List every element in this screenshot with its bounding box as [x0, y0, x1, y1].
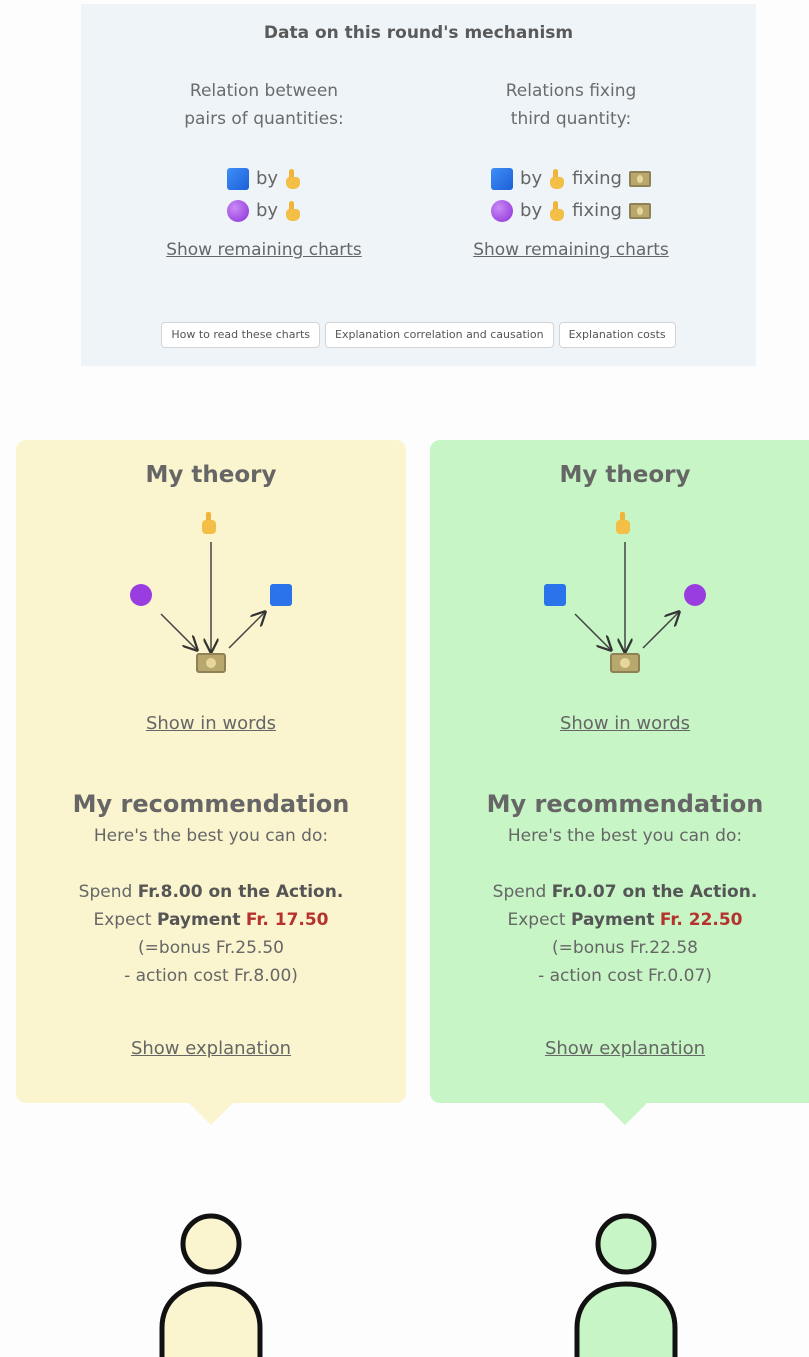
chart-link-square-by-hand[interactable]: by: [114, 163, 414, 195]
arrow-circle-to-money: [160, 613, 197, 650]
money-icon: [610, 653, 640, 673]
recommendation-subtitle: Here's the best you can do:: [507, 826, 743, 846]
cost-line: - action cost Fr.8.00): [124, 966, 298, 986]
show-explanation-link[interactable]: Show explanation: [16, 1038, 406, 1059]
recommendation-subtitle: Here's the best you can do:: [93, 826, 329, 846]
blue-square-icon: [491, 168, 514, 190]
pairs-column: Relation between pairs of quantities: by…: [114, 77, 414, 260]
pointing-hand-icon: [202, 512, 216, 534]
payment-value: Fr. 17.50: [245, 910, 329, 930]
pairs-heading-line2: pairs of quantities:: [184, 109, 344, 129]
advisor-avatar-green: [574, 1213, 678, 1357]
connector-label: by: [520, 168, 543, 189]
recommendation-body: Spend Fr.8.00 on the Action. Expect Paym…: [16, 878, 406, 990]
pointing-hand-icon: [285, 201, 301, 221]
blue-square-icon: [270, 584, 292, 606]
arrow-square-to-money: [574, 613, 611, 650]
payment-value: Fr. 22.50: [659, 910, 743, 930]
explanation-correlation-button[interactable]: Explanation correlation and causation: [325, 322, 554, 348]
panel-title: Data on this round's mechanism: [263, 23, 574, 43]
theory-card-yellow: My theory Show in words My recommendatio…: [16, 440, 406, 1125]
spend-prefix: Spend: [78, 882, 138, 902]
bonus-line: (=bonus Fr.22.58: [552, 938, 698, 958]
advisor-avatar-yellow: [159, 1213, 263, 1357]
how-to-read-charts-button[interactable]: How to read these charts: [161, 322, 321, 348]
pointing-hand-icon: [616, 512, 630, 534]
card-pointer: [189, 1103, 233, 1125]
money-icon: [196, 653, 226, 673]
blue-square-icon: [544, 584, 566, 606]
data-panel: Data on this round's mechanism Relation …: [81, 4, 756, 366]
purple-circle-icon: [491, 200, 514, 222]
spend-prefix: Spend: [492, 882, 552, 902]
theory-title: My theory: [559, 462, 691, 488]
spend-value: Fr.8.00 on the Action.: [137, 882, 344, 902]
pairs-heading-line1: Relation between: [189, 81, 339, 101]
theory-title: My theory: [145, 462, 277, 488]
fixing-label: fixing: [572, 168, 622, 189]
payment-label: Payment: [570, 910, 655, 930]
fixing-column: Relations fixing third quantity: by fixi…: [421, 77, 721, 260]
arrow-money-to-circle: [642, 612, 679, 649]
chart-link-circle-by-hand[interactable]: by: [114, 195, 414, 227]
connector-label: by: [255, 200, 279, 221]
show-in-words-link[interactable]: Show in words: [16, 713, 406, 734]
card-pointer: [603, 1103, 647, 1125]
purple-circle-icon: [226, 200, 249, 222]
help-buttons: How to read these charts Explanation cor…: [81, 322, 756, 348]
fixing-label: fixing: [572, 200, 622, 221]
theory-diagram: [130, 512, 292, 673]
spend-value: Fr.0.07 on the Action.: [551, 882, 758, 902]
money-icon: [628, 203, 651, 219]
cost-line: - action cost Fr.0.07): [538, 966, 712, 986]
connector-label: by: [520, 200, 543, 221]
purple-circle-icon: [130, 584, 152, 606]
pointing-hand-icon: [549, 169, 565, 189]
pointing-hand-icon: [285, 169, 301, 189]
pointing-hand-icon: [549, 201, 565, 221]
payment-label: Payment: [156, 910, 241, 930]
arrow-money-to-square: [228, 612, 265, 649]
recommendation-body: Spend Fr.0.07 on the Action. Expect Paym…: [430, 878, 809, 990]
purple-circle-icon: [684, 584, 706, 606]
bonus-line: (=bonus Fr.25.50: [138, 938, 284, 958]
chart-link-circle-by-hand-fixing-money[interactable]: by fixing: [421, 195, 721, 227]
show-remaining-charts-link[interactable]: Show remaining charts: [473, 240, 669, 260]
explanation-costs-button[interactable]: Explanation costs: [558, 322, 676, 348]
recommendation-title: My recommendation: [72, 790, 350, 818]
chart-link-square-by-hand-fixing-money[interactable]: by fixing: [421, 163, 721, 195]
show-explanation-link[interactable]: Show explanation: [430, 1038, 809, 1059]
connector-label: by: [255, 168, 279, 189]
money-icon: [628, 171, 651, 187]
expect-prefix: Expect: [93, 910, 157, 930]
blue-square-icon: [226, 168, 249, 190]
fixing-heading-line1: Relations fixing: [505, 81, 637, 101]
theory-diagram: [544, 512, 706, 673]
show-remaining-charts-link[interactable]: Show remaining charts: [166, 240, 362, 260]
recommendation-title: My recommendation: [486, 790, 764, 818]
show-in-words-link[interactable]: Show in words: [430, 713, 809, 734]
fixing-heading-line2: third quantity:: [510, 109, 632, 129]
theory-card-green: My theory Show in words My recommendatio…: [430, 440, 809, 1125]
expect-prefix: Expect: [507, 910, 571, 930]
